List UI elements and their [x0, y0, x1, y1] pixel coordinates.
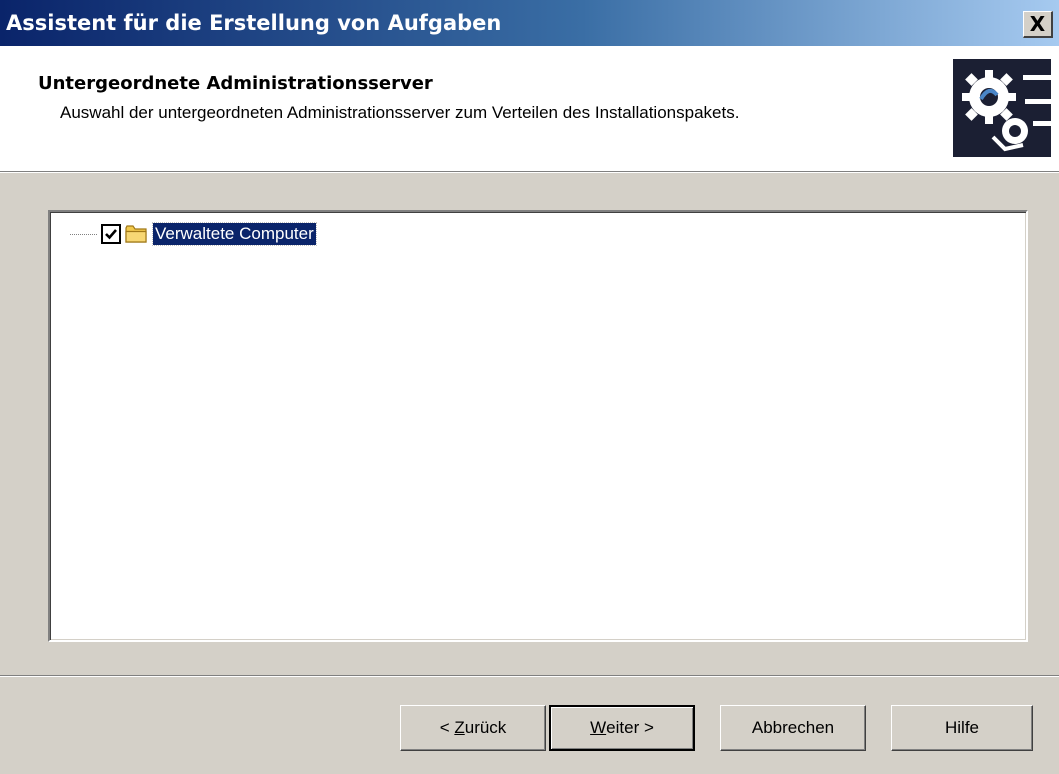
back-button-mnemonic: Z: [454, 718, 465, 737]
help-button-label: Hilfe: [944, 718, 979, 737]
close-button[interactable]: X: [1023, 11, 1053, 38]
server-tree[interactable]: Verwaltete Computer: [48, 210, 1028, 642]
window-title: Assistent für die Erstellung von Aufgabe…: [6, 11, 502, 35]
cancel-button[interactable]: Abbrechen: [720, 705, 866, 751]
back-button[interactable]: < Zurück: [400, 705, 546, 751]
header-divider: [0, 171, 1059, 173]
help-button[interactable]: Hilfe: [891, 705, 1033, 751]
back-button-prefix: <: [439, 718, 455, 737]
back-button-label: urück: [464, 718, 507, 737]
close-icon: X: [1029, 12, 1046, 36]
next-button[interactable]: Weiter >: [549, 705, 695, 751]
footer-divider: [0, 675, 1059, 677]
next-button-label: eiter >: [606, 718, 654, 737]
tree-connector-line: [70, 233, 97, 235]
cancel-button-label: Abbrechen: [751, 718, 835, 737]
page-title: Untergeordnete Administrationsserver: [38, 73, 433, 94]
wizard-header: Untergeordnete Administrationsserver Aus…: [0, 46, 1059, 171]
tree-item-label[interactable]: Verwaltete Computer: [152, 222, 317, 246]
page-subtitle: Auswahl der untergeordneten Administrati…: [60, 103, 740, 122]
next-button-mnemonic: W: [590, 718, 607, 737]
title-bar[interactable]: Assistent für die Erstellung von Aufgabe…: [0, 0, 1059, 46]
gears-wizard-icon: [953, 59, 1051, 157]
checkmark-icon: [105, 229, 117, 240]
tree-item-checkbox[interactable]: [101, 224, 121, 244]
wizard-dialog: Assistent für die Erstellung von Aufgabe…: [0, 0, 1059, 774]
tree-item-verwaltete-computer[interactable]: Verwaltete Computer: [70, 220, 317, 248]
folder-icon: [125, 225, 147, 243]
